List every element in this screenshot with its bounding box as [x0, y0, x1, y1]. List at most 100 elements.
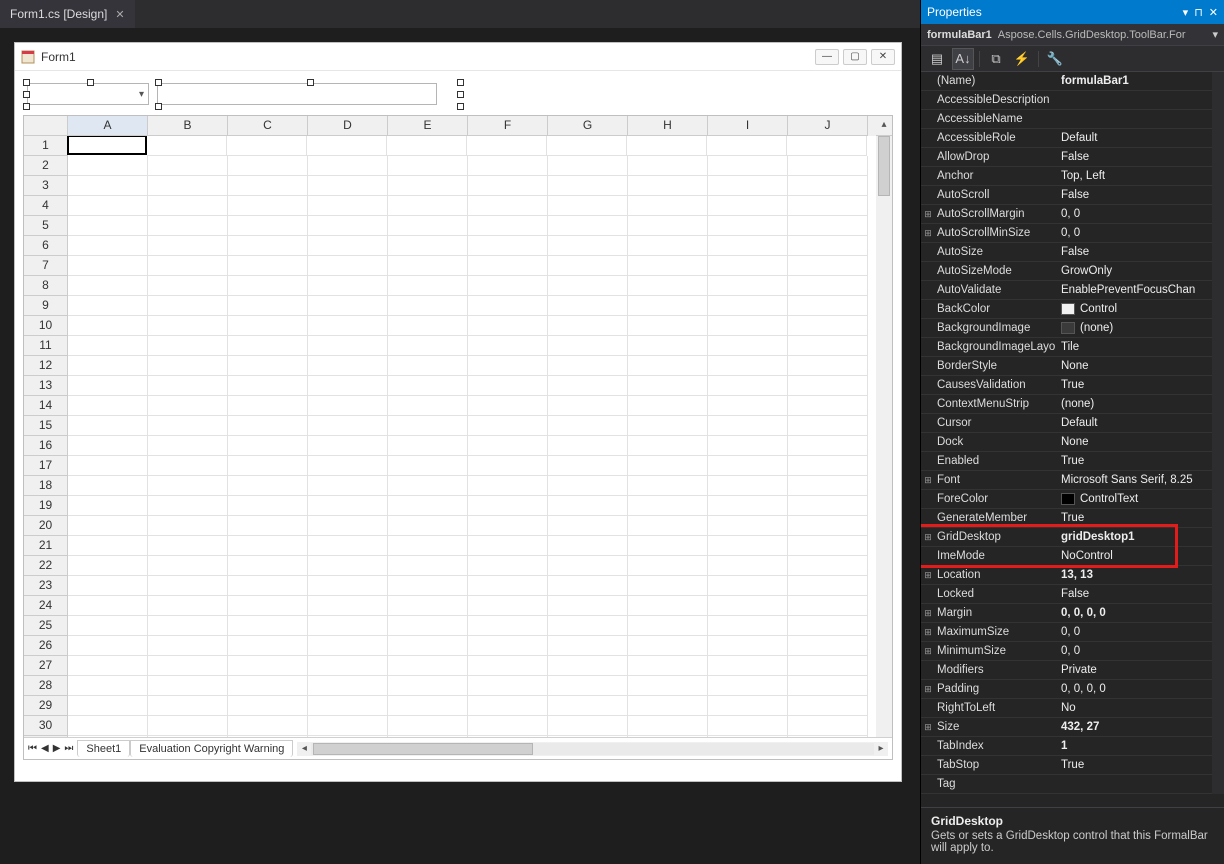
property-value[interactable]: Private	[1061, 664, 1212, 676]
property-value[interactable]: 1	[1061, 740, 1212, 752]
chevron-down-icon[interactable]: ▾	[1212, 28, 1218, 41]
property-value[interactable]: 0, 0	[1061, 227, 1212, 239]
cell[interactable]	[388, 456, 468, 476]
row-header[interactable]: 11	[24, 336, 68, 356]
cell[interactable]	[468, 616, 548, 636]
cell[interactable]	[227, 136, 307, 156]
row-header[interactable]: 22	[24, 556, 68, 576]
cell[interactable]	[628, 336, 708, 356]
cell[interactable]	[788, 176, 868, 196]
expand-icon[interactable]: ⊞	[921, 646, 935, 657]
cell[interactable]	[148, 476, 228, 496]
designer-surface[interactable]: Form1 — ▢ ✕	[0, 28, 920, 864]
cell[interactable]	[148, 216, 228, 236]
cell[interactable]	[468, 336, 548, 356]
cell[interactable]	[708, 216, 788, 236]
property-row[interactable]: ⊞MinimumSize0, 0	[921, 642, 1212, 661]
nav-prev-icon[interactable]: ◀	[41, 743, 49, 754]
cell[interactable]	[628, 696, 708, 716]
window-position-icon[interactable]: ▾	[1183, 6, 1189, 19]
cell[interactable]	[308, 356, 388, 376]
cell[interactable]	[548, 296, 628, 316]
cell[interactable]	[388, 576, 468, 596]
cell[interactable]	[388, 436, 468, 456]
cell[interactable]	[708, 336, 788, 356]
row-header[interactable]: 17	[24, 456, 68, 476]
cell[interactable]	[388, 216, 468, 236]
cell[interactable]	[308, 716, 388, 736]
cell[interactable]	[788, 216, 868, 236]
cell[interactable]	[788, 616, 868, 636]
cell[interactable]	[388, 356, 468, 376]
cell[interactable]	[228, 376, 308, 396]
nav-first-icon[interactable]: ⏮	[28, 743, 37, 754]
cell[interactable]	[708, 556, 788, 576]
row-header[interactable]: 26	[24, 636, 68, 656]
cell[interactable]	[468, 156, 548, 176]
property-row[interactable]: CursorDefault	[921, 414, 1212, 433]
scroll-right-button[interactable]: ▸	[874, 743, 888, 754]
cell[interactable]	[548, 496, 628, 516]
cell[interactable]	[228, 496, 308, 516]
scrollbar-thumb[interactable]	[313, 743, 533, 755]
property-row[interactable]: TabIndex1	[921, 737, 1212, 756]
cell[interactable]	[788, 516, 868, 536]
cell[interactable]	[228, 596, 308, 616]
cell[interactable]	[148, 596, 228, 616]
cell[interactable]	[708, 576, 788, 596]
cell[interactable]	[68, 416, 148, 436]
cell[interactable]	[148, 336, 228, 356]
cell[interactable]	[628, 376, 708, 396]
cell[interactable]	[548, 456, 628, 476]
cell[interactable]	[228, 636, 308, 656]
expand-icon[interactable]: ⊞	[921, 684, 935, 695]
cell[interactable]	[388, 256, 468, 276]
cell[interactable]	[468, 356, 548, 376]
cell[interactable]	[387, 136, 467, 156]
cell[interactable]	[468, 456, 548, 476]
cell[interactable]	[148, 616, 228, 636]
cell[interactable]	[308, 476, 388, 496]
cell[interactable]	[468, 196, 548, 216]
events-icon[interactable]: ⚡	[1012, 49, 1032, 69]
cell[interactable]	[228, 256, 308, 276]
cell[interactable]	[788, 196, 868, 216]
cell[interactable]	[228, 476, 308, 496]
property-row[interactable]: BackgroundImage(none)	[921, 319, 1212, 338]
cell[interactable]	[468, 496, 548, 516]
cell[interactable]	[308, 196, 388, 216]
cell[interactable]	[628, 176, 708, 196]
cell[interactable]	[547, 136, 627, 156]
property-value[interactable]: 432, 27	[1061, 721, 1212, 733]
cell[interactable]	[228, 276, 308, 296]
property-value[interactable]: False	[1061, 246, 1212, 258]
property-value[interactable]: 0, 0	[1061, 208, 1212, 220]
minimize-button[interactable]: —	[815, 49, 839, 65]
cell[interactable]	[308, 456, 388, 476]
property-value[interactable]: formulaBar1	[1061, 75, 1212, 87]
cell[interactable]	[308, 216, 388, 236]
cell[interactable]	[708, 356, 788, 376]
cell[interactable]	[707, 136, 787, 156]
row-header[interactable]: 27	[24, 656, 68, 676]
property-value[interactable]: 0, 0, 0, 0	[1061, 683, 1212, 695]
property-value[interactable]: 13, 13	[1061, 569, 1212, 581]
cell[interactable]	[68, 196, 148, 216]
cell[interactable]	[308, 616, 388, 636]
property-row[interactable]: ImeModeNoControl	[921, 547, 1212, 566]
cell[interactable]	[228, 396, 308, 416]
cell[interactable]	[228, 416, 308, 436]
cell[interactable]	[68, 296, 148, 316]
cell[interactable]	[148, 636, 228, 656]
cell[interactable]	[228, 336, 308, 356]
property-value[interactable]: gridDesktop1	[1061, 531, 1212, 543]
cell[interactable]	[228, 176, 308, 196]
cell[interactable]	[68, 376, 148, 396]
cell[interactable]	[708, 536, 788, 556]
cell[interactable]	[548, 216, 628, 236]
row-header[interactable]: 19	[24, 496, 68, 516]
cell[interactable]	[548, 336, 628, 356]
cell[interactable]	[388, 516, 468, 536]
cell[interactable]	[628, 636, 708, 656]
cell[interactable]	[148, 516, 228, 536]
